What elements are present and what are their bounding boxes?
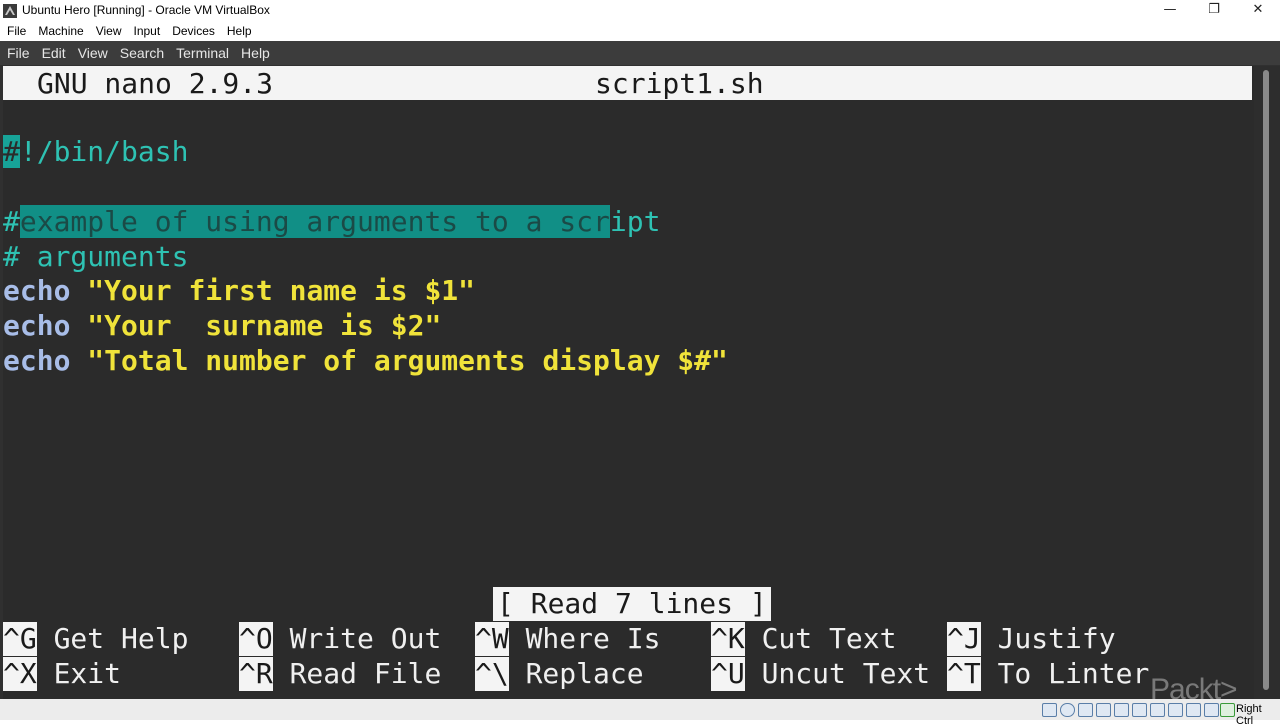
shortcut-key: ^K: [711, 622, 745, 656]
shortcut-key: ^\: [475, 657, 509, 691]
shortcut-where-is[interactable]: ^W Where Is: [475, 622, 660, 656]
shortcut-label: To Linter: [997, 657, 1150, 690]
code-line-shebang[interactable]: #!/bin/bash: [3, 135, 188, 169]
shortcut-label: Uncut Text: [761, 657, 931, 690]
shortcut-read-file[interactable]: ^R Read File: [239, 657, 441, 691]
shortcut-key: ^J: [947, 622, 981, 656]
echo-string: "Your first name is $1": [87, 274, 476, 307]
shortcut-write-out[interactable]: ^O Write Out: [239, 622, 441, 656]
echo-keyword: echo: [3, 309, 71, 342]
terminal-menu-search[interactable]: Search: [113, 41, 169, 61]
echo-keyword: echo: [3, 274, 71, 307]
shortcut-label: Read File: [289, 657, 442, 690]
terminal-menu-terminal[interactable]: Terminal: [169, 41, 234, 61]
comment-hash: #: [3, 205, 20, 238]
terminal-menu-view[interactable]: View: [71, 41, 113, 61]
nano-header: GNU nano 2.9.3 script1.sh: [3, 66, 1252, 100]
shortcut-label: Cut Text: [761, 622, 897, 655]
virtualbox-icon: [3, 4, 17, 18]
keyboard-icon[interactable]: [1186, 703, 1201, 717]
mouse-icon[interactable]: [1204, 703, 1219, 717]
code-line-echo-3[interactable]: echo "Total number of arguments display …: [3, 344, 728, 378]
code-line-echo-2[interactable]: echo "Your surname is $2": [3, 309, 441, 343]
comment-text-rest: ipt: [609, 205, 661, 238]
host-key-label: Right Ctrl: [1236, 703, 1262, 727]
terminal-menu-help[interactable]: Help: [234, 41, 275, 61]
selected-text[interactable]: example of using arguments to a scr: [19, 205, 610, 238]
nano-status-message: [ Read 7 lines ]: [493, 587, 771, 621]
nano-version: GNU nano 2.9.3: [37, 67, 274, 100]
shortcut-cut-text[interactable]: ^K Cut Text: [711, 622, 896, 656]
code-line-comment-1[interactable]: #example of using arguments to a script: [3, 205, 660, 239]
vbox-menu-devices[interactable]: Devices: [165, 22, 220, 38]
shortcut-label: Where Is: [525, 622, 661, 655]
shortcut-key: ^U: [711, 657, 745, 691]
shebang-text: !/bin/bash: [19, 135, 189, 168]
shortcut-label: Justify: [997, 622, 1116, 655]
echo-keyword: echo: [3, 344, 71, 377]
terminal-menu-bar: File Edit View Search Terminal Help: [0, 41, 1280, 65]
vbox-menu-file[interactable]: File: [0, 22, 31, 38]
recording-icon[interactable]: [1168, 703, 1183, 717]
code-line-echo-1[interactable]: echo "Your first name is $1": [3, 274, 475, 308]
network-icon[interactable]: [1096, 703, 1111, 717]
shortcut-key: ^R: [239, 657, 273, 691]
shortcut-label: Write Out: [289, 622, 442, 655]
shortcut-exit[interactable]: ^X Exit: [3, 657, 121, 691]
code-line-comment-2[interactable]: # arguments: [3, 240, 188, 274]
window-title: Ubuntu Hero [Running] - Oracle VM Virtua…: [22, 3, 270, 17]
shortcut-key: ^T: [947, 657, 981, 691]
shortcut-get-help[interactable]: ^G Get Help: [3, 622, 188, 656]
optical-icon[interactable]: [1060, 703, 1075, 717]
terminal-scrollbar[interactable]: [1254, 66, 1280, 699]
close-button[interactable]: ✕: [1236, 0, 1280, 22]
nano-editor[interactable]: GNU nano 2.9.3 script1.sh #!/bin/bash #e…: [3, 66, 1254, 699]
terminal-window: File Edit View Search Terminal Help GNU nano …: [0, 41, 1280, 699]
audio-icon[interactable]: [1078, 703, 1093, 717]
shortcut-key: ^O: [239, 622, 273, 656]
shortcut-key: ^W: [475, 622, 509, 656]
vbox-menu-help[interactable]: Help: [220, 22, 257, 38]
shortcut-label: Exit: [53, 657, 122, 690]
terminal-menu-file[interactable]: File: [0, 41, 35, 61]
echo-string: "Total number of arguments display $#": [87, 344, 728, 377]
vbox-menu-machine[interactable]: Machine: [31, 22, 88, 38]
vbox-menu-input[interactable]: Input: [127, 22, 166, 38]
window-title-bar: Ubuntu Hero [Running] - Oracle VM Virtua…: [0, 0, 1280, 22]
shortcut-uncut-text[interactable]: ^U Uncut Text: [711, 657, 930, 691]
usb-icon[interactable]: [1114, 703, 1129, 717]
text-cursor: #: [3, 135, 20, 168]
display-icon[interactable]: [1150, 703, 1165, 717]
terminal-menu-edit[interactable]: Edit: [35, 41, 71, 61]
shortcut-label: Get Help: [53, 622, 189, 655]
shortcut-key: ^G: [3, 622, 37, 656]
minimize-button[interactable]: —: [1148, 0, 1192, 22]
shortcut-key: ^X: [3, 657, 37, 691]
echo-string: "Your surname is $2": [87, 309, 442, 342]
shortcut-label: Replace: [525, 657, 644, 690]
shared-folder-icon[interactable]: [1132, 703, 1147, 717]
arrow-icon[interactable]: [1220, 703, 1235, 717]
scrollbar-thumb[interactable]: [1263, 70, 1269, 690]
shortcut-justify[interactable]: ^J Justify: [947, 622, 1116, 656]
shortcut-replace[interactable]: ^\ Replace: [475, 657, 644, 691]
hdd-icon[interactable]: [1042, 703, 1057, 717]
vbox-menu-view[interactable]: View: [89, 22, 127, 38]
restore-button[interactable]: ❐: [1192, 0, 1236, 22]
nano-filename: script1.sh: [595, 67, 764, 100]
shortcut-to-linter[interactable]: ^T To Linter: [947, 657, 1149, 691]
vbox-menu-bar: File Machine View Input Devices Help: [0, 22, 1280, 41]
